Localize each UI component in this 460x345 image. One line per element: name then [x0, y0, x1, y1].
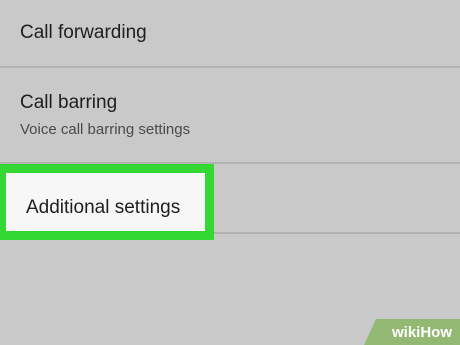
call-barring-item[interactable]: Call barring Voice call barring settings	[0, 68, 460, 162]
list-divider	[214, 232, 460, 234]
call-barring-subtitle: Voice call barring settings	[20, 121, 191, 138]
call-barring-label: Call barring	[20, 92, 118, 113]
additional-settings-item[interactable]: Additional settings	[6, 173, 205, 231]
highlight-frame: Additional settings	[0, 164, 214, 240]
additional-settings-label: Additional settings	[26, 197, 181, 218]
settings-screen: Call forwarding Call barring Voice call …	[0, 0, 460, 345]
watermark-text: wikiHow	[391, 324, 452, 341]
call-forwarding-item[interactable]: Call forwarding	[0, 0, 460, 66]
call-forwarding-label: Call forwarding	[20, 22, 147, 43]
watermark-logo: wikiHow	[364, 319, 460, 345]
